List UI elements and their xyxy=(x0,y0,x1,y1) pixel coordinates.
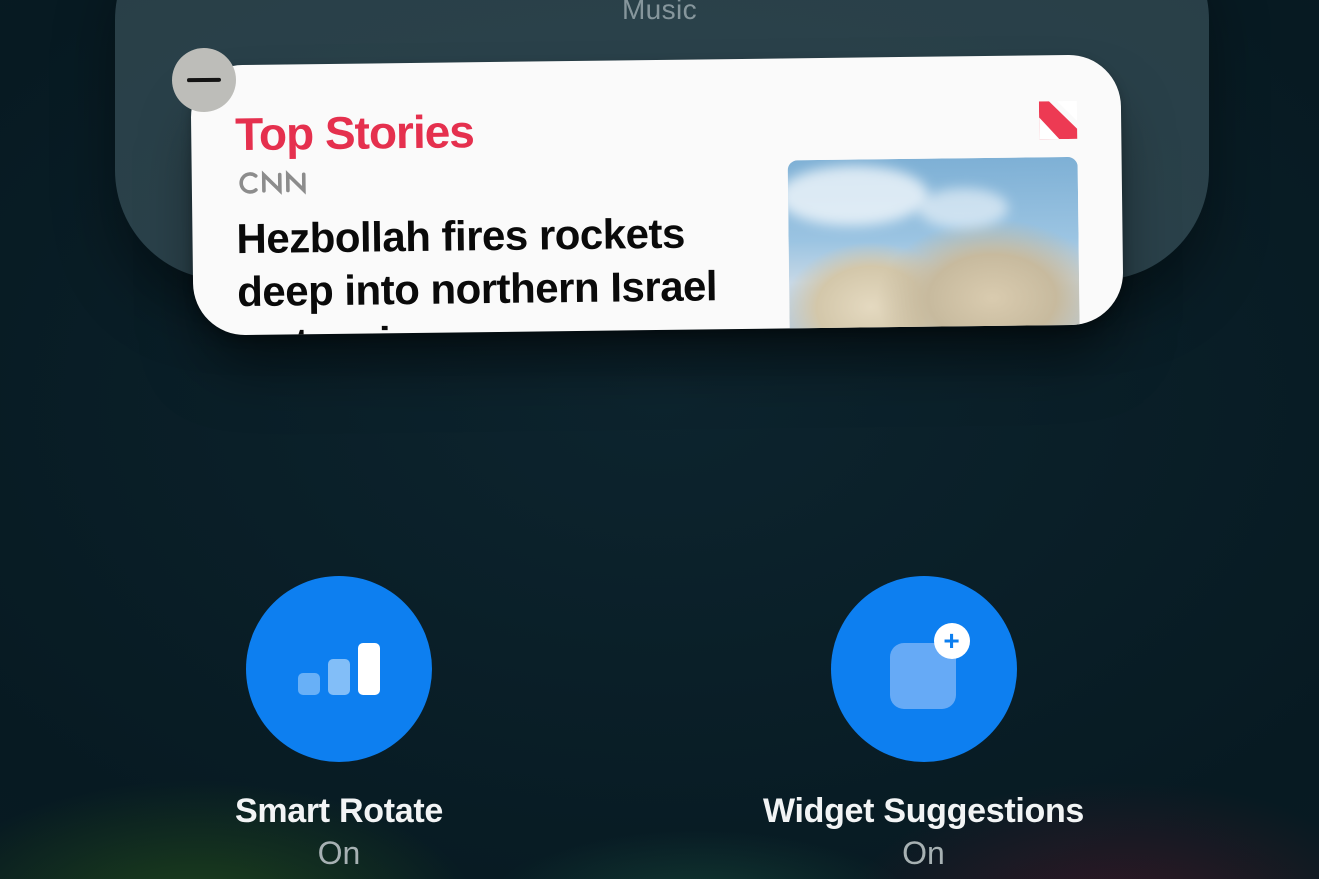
news-widget-card[interactable]: Top Stories xyxy=(190,54,1123,335)
smart-rotate-state: On xyxy=(318,835,361,872)
widget-suggestions-toggle[interactable]: + Widget Suggestions On xyxy=(763,576,1084,872)
article-headline: Hezbollah fires rockets deep into northe… xyxy=(236,207,760,336)
smart-rotate-toggle[interactable]: Smart Rotate On xyxy=(235,576,443,872)
widget-plus-icon: + xyxy=(880,625,968,713)
widget-suggestions-label: Widget Suggestions xyxy=(763,792,1084,831)
signal-bars-icon xyxy=(298,643,380,695)
article-text: Hezbollah fires rockets deep into northe… xyxy=(236,161,760,336)
article-thumbnail xyxy=(788,157,1080,336)
article-source xyxy=(236,161,758,207)
widget-suggestions-state: On xyxy=(902,835,945,872)
widget-header: Top Stories xyxy=(235,97,1082,161)
widget-section-title: Top Stories xyxy=(235,104,474,161)
article-row: Hezbollah fires rockets deep into northe… xyxy=(236,157,1080,336)
minus-icon xyxy=(187,78,221,82)
smart-rotate-label: Smart Rotate xyxy=(235,792,443,831)
apple-news-icon xyxy=(1035,97,1082,144)
